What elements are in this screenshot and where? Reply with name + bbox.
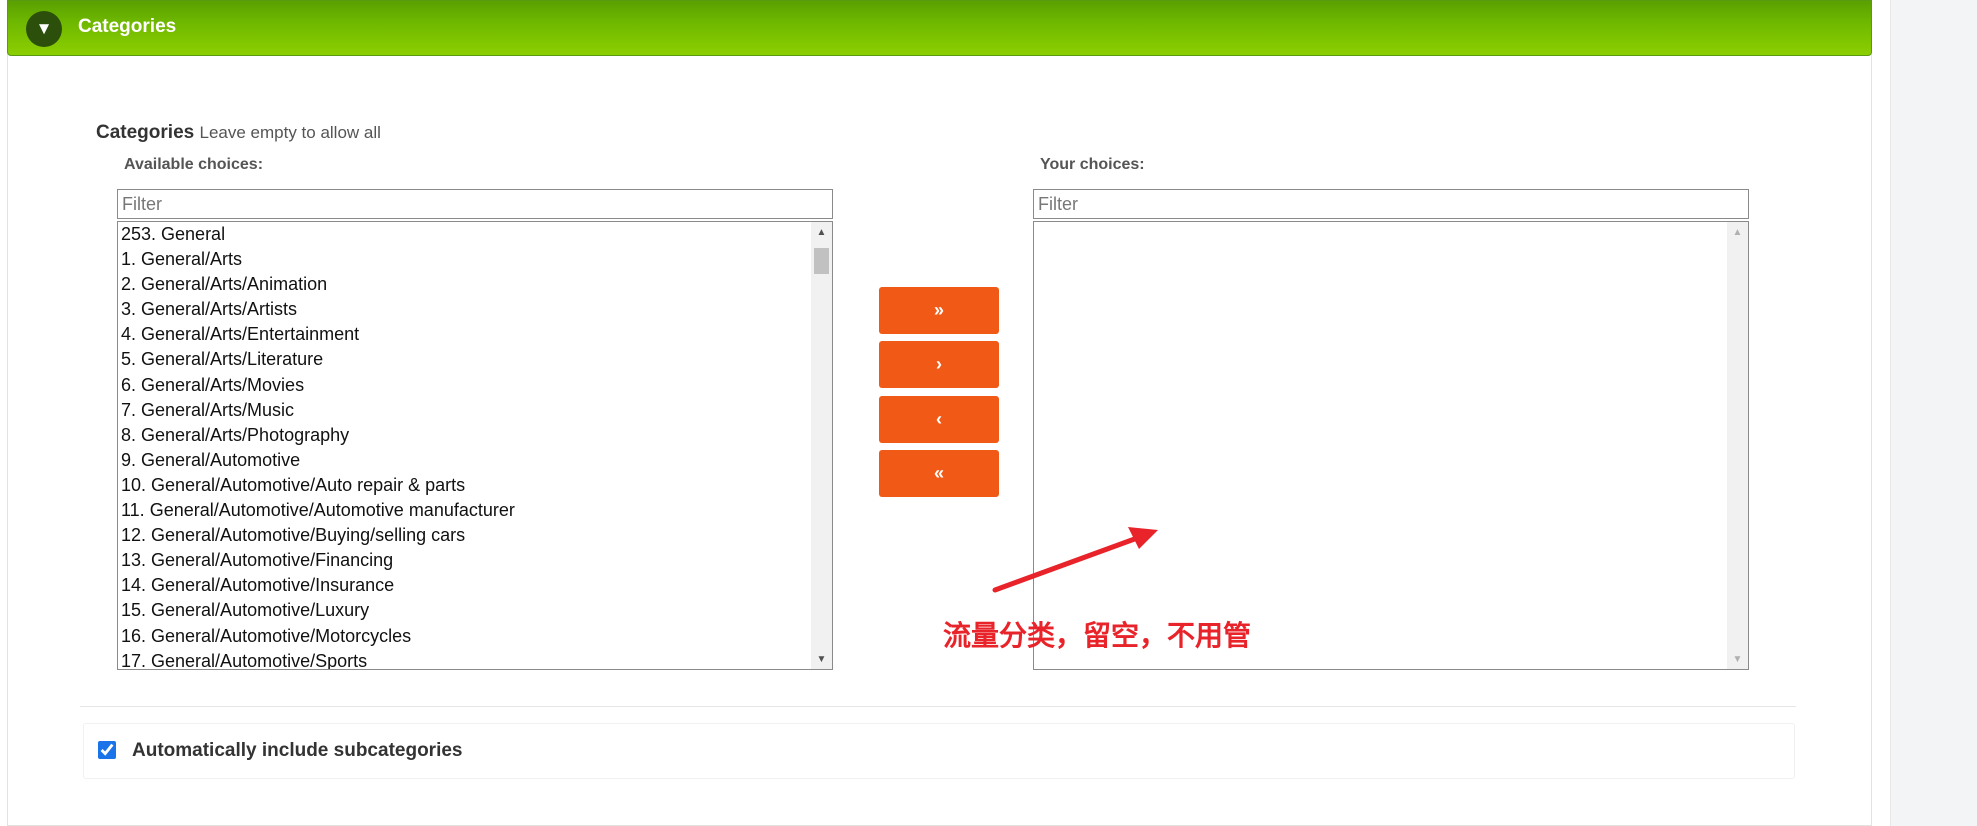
page-right-gutter bbox=[1890, 0, 1977, 826]
available-choices-label: Available choices: bbox=[124, 156, 264, 173]
remove-all-button[interactable]: « bbox=[879, 450, 999, 497]
remove-button[interactable]: ‹ bbox=[879, 396, 999, 443]
subcategories-checkbox[interactable] bbox=[98, 741, 116, 759]
available-options: 253. General 1. General/Arts 2. General/Ar… bbox=[121, 222, 810, 669]
list-option[interactable]: 13. General/Automotive/Financing bbox=[121, 548, 810, 573]
your-choices-list[interactable]: ▲ ▼ bbox=[1033, 221, 1749, 670]
list-option[interactable]: 3. General/Arts/Artists bbox=[121, 297, 810, 322]
list-option[interactable]: 14. General/Automotive/Insurance bbox=[121, 573, 810, 598]
add-button[interactable]: › bbox=[879, 341, 999, 388]
scroll-up-arrow-icon[interactable]: ▲ bbox=[811, 222, 832, 242]
chosen-filter-input[interactable] bbox=[1033, 189, 1749, 219]
subcategories-label[interactable]: Automatically include subcategories bbox=[132, 724, 462, 778]
chevron-down-icon[interactable]: ▼ bbox=[26, 11, 62, 47]
panel-title: Categories bbox=[78, 16, 177, 37]
list-option[interactable]: 4. General/Arts/Entertainment bbox=[121, 322, 810, 347]
subcategories-row: Automatically include subcategories bbox=[83, 723, 1795, 779]
available-scrollbar[interactable]: ▲ ▼ bbox=[811, 222, 832, 669]
list-option[interactable]: 17. General/Automotive/Sports bbox=[121, 649, 810, 669]
list-option[interactable]: 12. General/Automotive/Buying/selling ca… bbox=[121, 523, 810, 548]
list-option[interactable]: 6. General/Arts/Movies bbox=[121, 373, 810, 398]
section-divider bbox=[80, 706, 1796, 707]
annotation-text: 流量分类，留空，不用管 bbox=[943, 620, 1252, 651]
list-option[interactable]: 16. General/Automotive/Motorcycles bbox=[121, 624, 810, 649]
panel-header[interactable]: ▼ Categories bbox=[7, 0, 1872, 56]
list-option[interactable]: 253. General bbox=[121, 222, 810, 247]
list-option[interactable]: 8. General/Arts/Photography bbox=[121, 423, 810, 448]
field-label-hint: Leave empty to allow all bbox=[199, 123, 381, 142]
available-filter-input[interactable] bbox=[117, 189, 833, 219]
list-option[interactable]: 15. General/Automotive/Luxury bbox=[121, 598, 810, 623]
scroll-up-arrow-icon[interactable]: ▲ bbox=[1727, 222, 1748, 242]
list-option[interactable]: 2. General/Arts/Animation bbox=[121, 272, 810, 297]
scroll-down-arrow-icon[interactable]: ▼ bbox=[1727, 649, 1748, 669]
field-label: Categories Leave empty to allow all bbox=[96, 122, 381, 144]
your-choices-label: Your choices: bbox=[1040, 156, 1145, 173]
chosen-scrollbar[interactable]: ▲ ▼ bbox=[1727, 222, 1748, 669]
list-option[interactable]: 5. General/Arts/Literature bbox=[121, 347, 810, 372]
list-option[interactable]: 10. General/Automotive/Auto repair & par… bbox=[121, 473, 810, 498]
scrollbar-thumb[interactable] bbox=[814, 248, 829, 274]
add-all-button[interactable]: » bbox=[879, 287, 999, 334]
list-option[interactable]: 7. General/Arts/Music bbox=[121, 398, 810, 423]
list-option[interactable]: 11. General/Automotive/Automotive manufa… bbox=[121, 498, 810, 523]
scroll-down-arrow-icon[interactable]: ▼ bbox=[811, 649, 832, 669]
list-option[interactable]: 9. General/Automotive bbox=[121, 448, 810, 473]
field-label-title: Categories bbox=[96, 122, 195, 143]
available-choices-list[interactable]: 253. General 1. General/Arts 2. General/Ar… bbox=[117, 221, 833, 670]
list-option[interactable]: 1. General/Arts bbox=[121, 247, 810, 272]
